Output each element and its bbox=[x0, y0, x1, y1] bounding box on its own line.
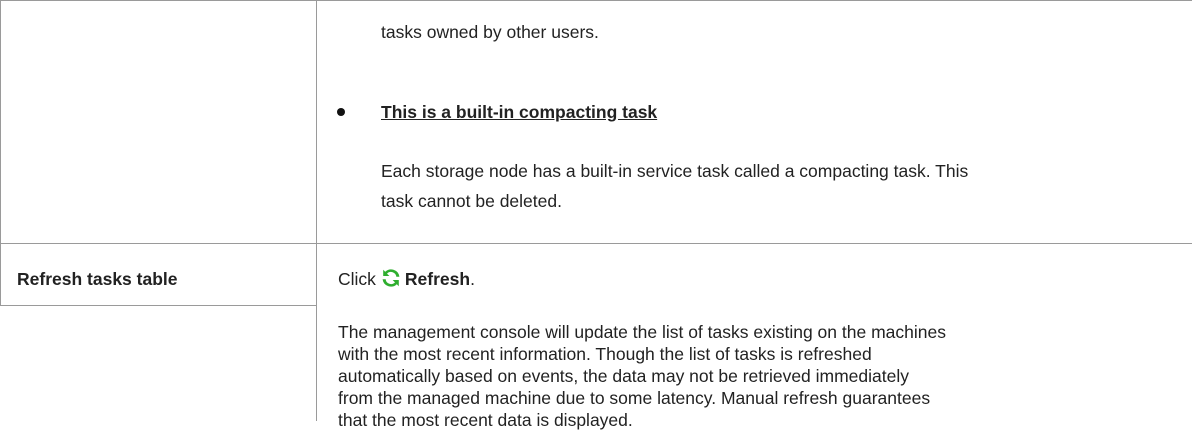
builtin-para-line2: task cannot be deleted. bbox=[381, 191, 562, 211]
refresh-label: Refresh bbox=[404, 269, 471, 289]
builtin-para-line1: Each storage node has a built-in service… bbox=[381, 161, 969, 181]
document-table: tasks owned by other users. This is a bu… bbox=[0, 0, 1192, 430]
table-left-border bbox=[0, 0, 1, 306]
refresh-instruction: Click Refresh. bbox=[338, 266, 475, 292]
row-divider-2 bbox=[0, 305, 316, 306]
continued-text: tasks owned by other users. bbox=[381, 22, 599, 42]
refresh-icon bbox=[382, 269, 400, 287]
refresh-row-label: Refresh tasks table bbox=[17, 269, 178, 289]
refresh-desc-line5: that the most recent data is displayed. bbox=[338, 410, 633, 430]
row-divider bbox=[0, 243, 1192, 244]
table-top-border bbox=[0, 0, 1192, 1]
bullet-icon bbox=[337, 108, 345, 116]
click-suffix: . bbox=[470, 269, 475, 289]
builtin-task-heading: This is a built-in compacting task bbox=[381, 102, 658, 122]
column-divider bbox=[316, 0, 317, 421]
click-prefix: Click bbox=[338, 269, 376, 289]
